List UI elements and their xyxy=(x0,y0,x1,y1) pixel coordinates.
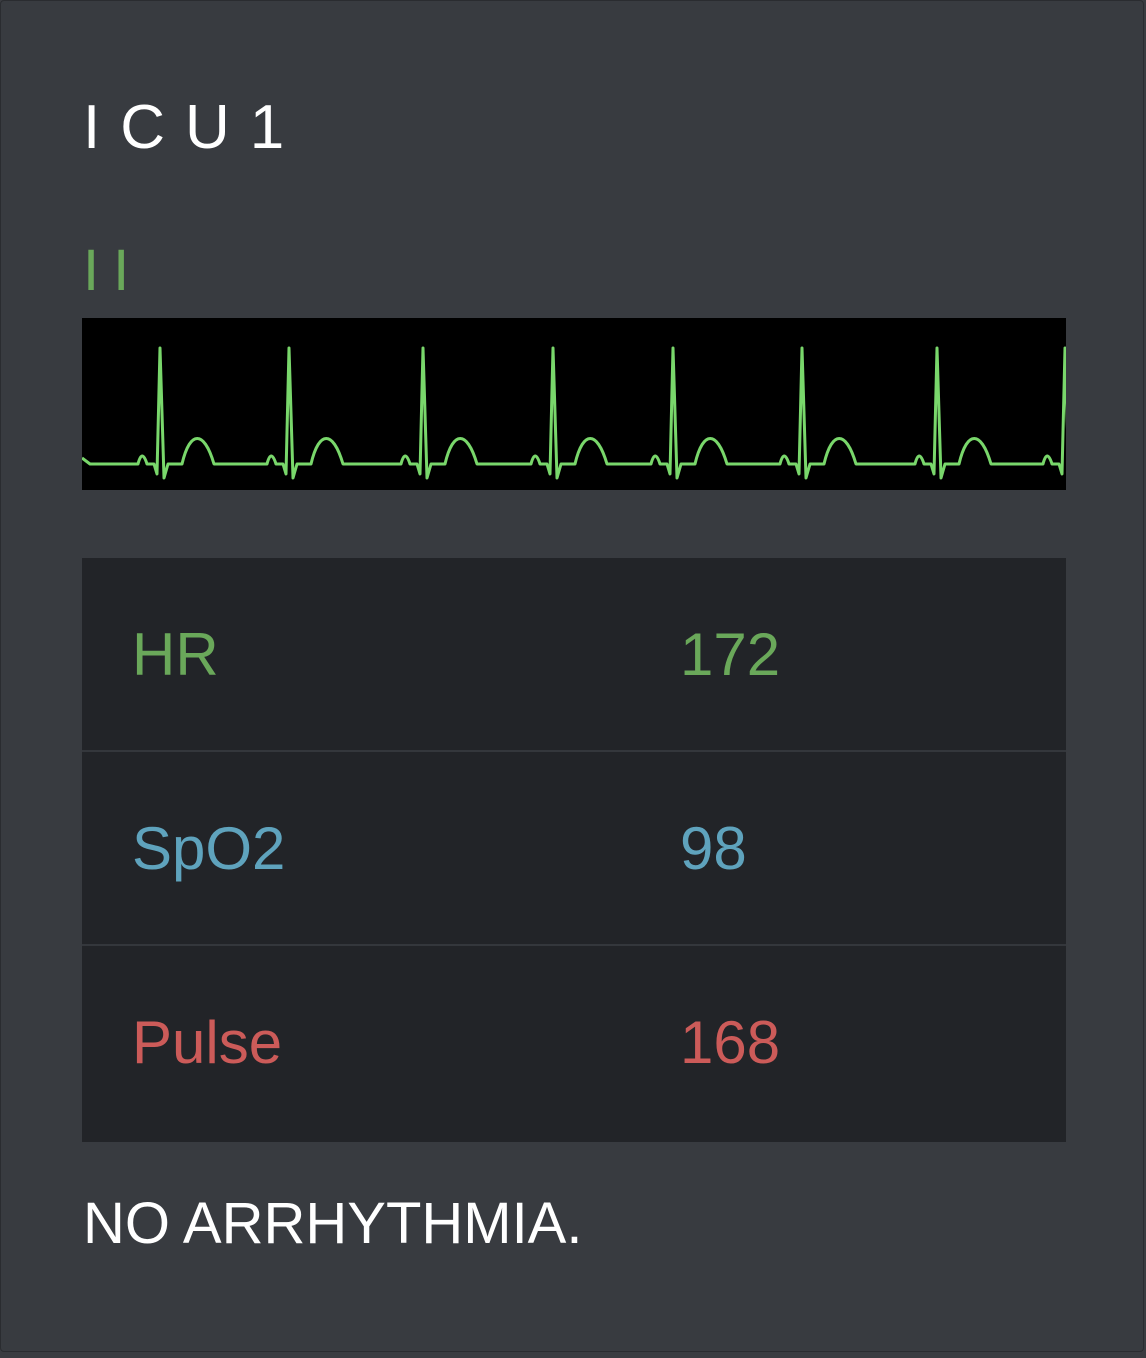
hr-label: HR xyxy=(132,621,219,688)
spo2-label: SpO2 xyxy=(132,815,286,882)
ecg-lead-label: II xyxy=(83,238,144,303)
pulse-label: Pulse xyxy=(132,1009,283,1076)
monitor-panel: ICU1 II HR 172 SpO2 98 Pulse 168 NO ARRH… xyxy=(0,0,1144,1352)
ecg-waveform xyxy=(82,318,1066,490)
pulse-value: 168 xyxy=(680,1009,781,1076)
vitals-table: HR 172 SpO2 98 Pulse 168 xyxy=(82,558,1066,1142)
arrhythmia-status: NO ARRHYTHMIA. xyxy=(83,1191,583,1256)
hr-value: 172 xyxy=(680,621,781,688)
monitor-title: ICU1 xyxy=(83,93,305,162)
vital-row-pulse: Pulse 168 xyxy=(82,946,1066,1142)
ecg-trace xyxy=(82,346,1066,480)
vital-row-spo2: SpO2 98 xyxy=(82,752,1066,946)
spo2-value: 98 xyxy=(680,815,747,882)
vital-row-hr: HR 172 xyxy=(82,558,1066,752)
